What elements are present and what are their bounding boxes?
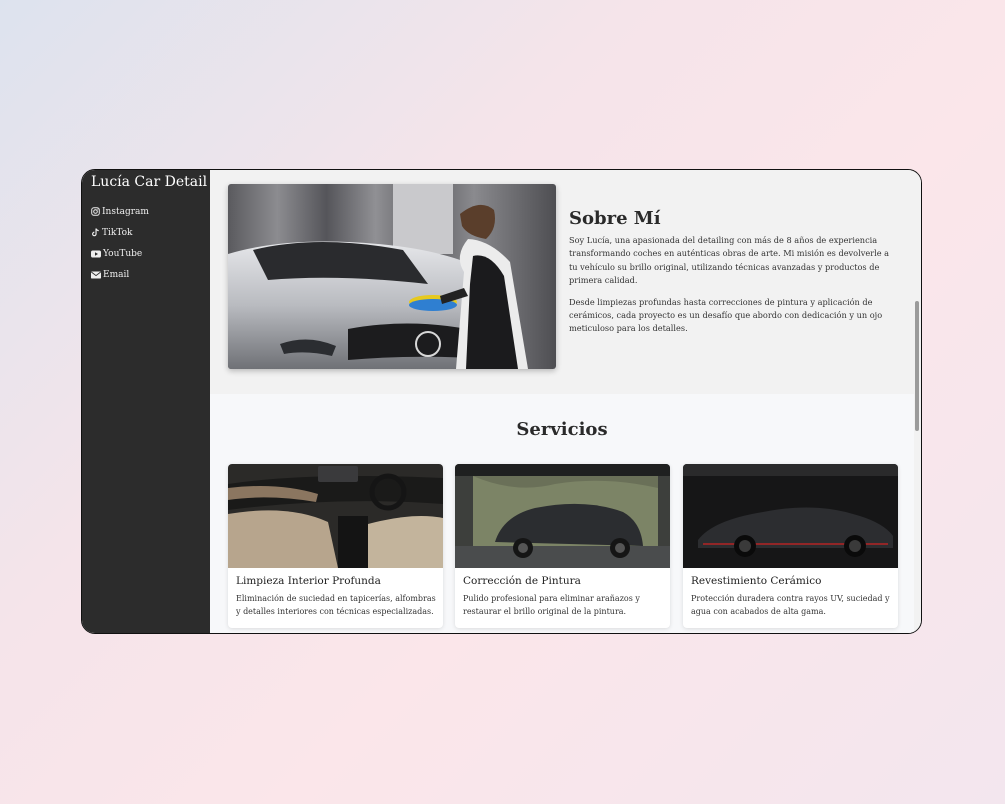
services-title: Servicios	[516, 419, 608, 440]
browser-window: Lucía Car Detail Instagram TikTok YouTub…	[81, 169, 922, 634]
envelope-icon	[91, 271, 101, 278]
about-title: Sobre Mí	[569, 208, 661, 229]
service-title: Revestimiento Cerámico	[691, 575, 822, 587]
nav-label-instagram: Instagram	[102, 206, 149, 217]
service-card-interior[interactable]: Limpieza Interior Profunda Eliminación d…	[228, 464, 443, 628]
about-paragraph: Soy Lucía, una apasionada del detailing …	[569, 235, 890, 286]
scrollbar-thumb[interactable]	[915, 301, 919, 431]
instagram-icon	[91, 207, 100, 216]
service-title: Corrección de Pintura	[463, 575, 581, 587]
main-content: Sobre Mí Soy Lucía, una apasionada del d…	[210, 170, 921, 633]
service-card-ceramic[interactable]: Revestimiento Cerámico Protección durade…	[683, 464, 898, 628]
brand-title: Lucía Car Detail	[91, 174, 208, 190]
services-section: Servicios Limpieza Interior Profunda Eli…	[210, 394, 914, 633]
nav-item-email[interactable]: Email	[91, 264, 149, 285]
service-image-ceramic	[683, 464, 898, 568]
service-image-paint	[455, 464, 670, 568]
service-image-interior	[228, 464, 443, 568]
nav-item-instagram[interactable]: Instagram	[91, 201, 149, 222]
nav-label-email: Email	[103, 269, 130, 280]
service-description: Protección duradera contra rayos UV, suc…	[691, 594, 890, 617]
social-nav: Instagram TikTok YouTube Email	[91, 201, 149, 285]
tiktok-icon	[92, 228, 99, 237]
nav-label-youtube: YouTube	[103, 248, 143, 259]
youtube-icon	[91, 250, 101, 257]
service-card-paint[interactable]: Corrección de Pintura Pulido profesional…	[455, 464, 670, 628]
about-section: Sobre Mí Soy Lucía, una apasionada del d…	[210, 170, 914, 394]
nav-item-youtube[interactable]: YouTube	[91, 243, 149, 264]
about-text: Soy Lucía, una apasionada del detailing …	[569, 234, 899, 344]
nav-item-tiktok[interactable]: TikTok	[91, 222, 149, 243]
about-paragraph: Desde limpiezas profundas hasta correcci…	[569, 296, 883, 334]
service-description: Pulido profesional para eliminar arañazo…	[463, 594, 640, 617]
service-title: Limpieza Interior Profunda	[236, 575, 381, 587]
nav-label-tiktok: TikTok	[102, 227, 133, 238]
about-photo	[228, 184, 556, 369]
sidebar: Lucía Car Detail Instagram TikTok YouTub…	[82, 170, 210, 633]
service-description: Eliminación de suciedad en tapicerías, a…	[236, 594, 436, 617]
vertical-scrollbar[interactable]	[914, 170, 921, 633]
